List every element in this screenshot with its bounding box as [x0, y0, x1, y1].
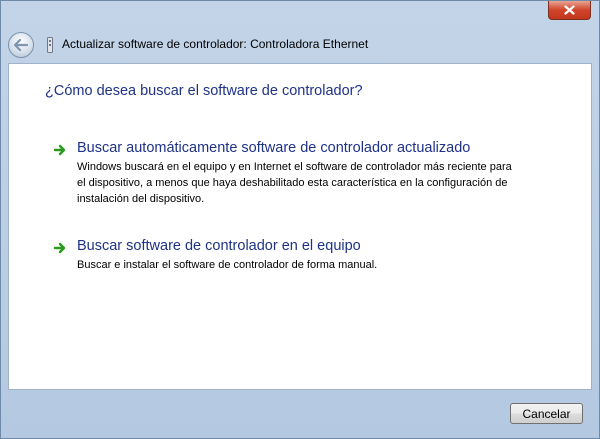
green-arrow-icon	[53, 144, 66, 156]
back-arrow-icon	[14, 39, 28, 51]
close-button[interactable]	[548, 1, 591, 20]
cancel-button[interactable]: Cancelar	[510, 403, 583, 424]
option-search-automatically[interactable]: Buscar automáticamente software de contr…	[53, 140, 553, 210]
page-heading: ¿Cómo desea buscar el software de contro…	[45, 83, 363, 99]
wizard-content: ¿Cómo desea buscar el software de contro…	[8, 63, 592, 390]
green-arrow-icon	[53, 242, 66, 254]
option-description: Windows buscará en el equipo y en Intern…	[77, 161, 512, 205]
back-button[interactable]	[8, 32, 34, 58]
driver-update-window: ​ Actualizar software de controlador: Co…	[0, 0, 600, 439]
wizard-footer: Cancelar	[8, 390, 592, 431]
window-title: Actualizar software de controlador: Cont…	[62, 37, 369, 51]
option-title[interactable]: Buscar automáticamente software de contr…	[77, 140, 470, 156]
title-bar[interactable]: ​ Actualizar software de controlador: Co…	[1, 1, 599, 63]
option-title[interactable]: Buscar software de controlador en el equ…	[77, 238, 361, 254]
device-icon	[45, 36, 55, 54]
option-browse-computer[interactable]: Buscar software de controlador en el equ…	[53, 238, 553, 278]
close-icon	[564, 5, 575, 15]
option-description: Buscar e instalar el software de control…	[77, 259, 378, 271]
